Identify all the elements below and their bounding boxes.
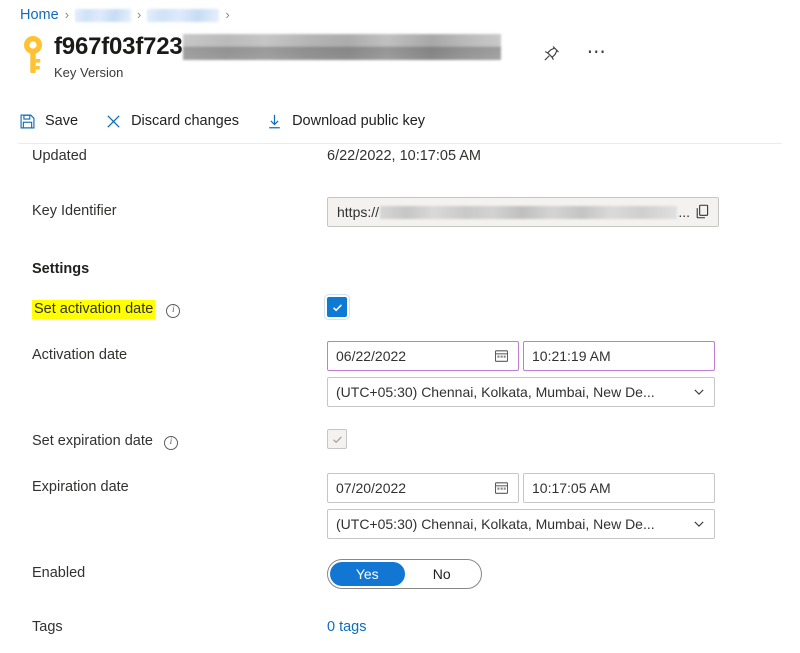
key-icon — [18, 32, 48, 76]
page-title: f967f03f723 — [54, 33, 183, 60]
updated-value: 6/22/2022, 10:17:05 AM — [327, 148, 481, 164]
breadcrumb-item-home[interactable]: Home — [20, 5, 59, 25]
activation-timezone-value: (UTC+05:30) Chennai, Kolkata, Mumbai, Ne… — [336, 384, 655, 400]
row-set-expiration-date: Set expiration date i — [0, 427, 800, 455]
activation-timezone-select[interactable]: (UTC+05:30) Chennai, Kolkata, Mumbai, Ne… — [327, 377, 715, 407]
breadcrumb-separator: › — [225, 7, 230, 22]
key-properties-form: Updated 6/22/2022, 10:17:05 AM Key Ident… — [0, 144, 800, 653]
set-expiration-date-label: Set expiration date — [32, 433, 153, 449]
page-subtitle: Key Version — [54, 65, 124, 80]
set-activation-date-checkbox[interactable] — [327, 297, 347, 317]
enabled-toggle[interactable]: Yes No — [327, 559, 482, 589]
info-icon[interactable]: i — [166, 303, 181, 318]
set-activation-date-label-wrap: Set activation date i — [32, 295, 327, 319]
download-public-key-label: Download public key — [292, 113, 426, 129]
copy-icon[interactable] — [694, 203, 712, 221]
enabled-toggle-no[interactable]: No — [405, 562, 480, 586]
activation-date-input[interactable]: 06/22/2022 — [327, 341, 519, 371]
calendar-icon[interactable] — [494, 348, 510, 364]
key-identifier-redacted-value — [380, 205, 678, 219]
activation-date-label: Activation date — [32, 347, 128, 363]
set-activation-date-label: Set activation date — [32, 300, 156, 319]
expiration-date-input[interactable]: 07/20/2022 — [327, 473, 519, 503]
save-label: Save — [45, 113, 79, 129]
command-bar: Save Discard changes Download public key — [18, 108, 425, 134]
azure-key-version-page: Home › › › f967f03f723 Key Version ⋯ Sav… — [0, 0, 800, 653]
key-identifier-truncation: ... — [678, 204, 690, 220]
close-x-icon — [104, 112, 123, 131]
discard-changes-button[interactable]: Discard changes — [104, 108, 239, 134]
tags-label: Tags — [32, 619, 63, 635]
row-activation-date: Activation date 06/22/2022 10:21:19 AM (… — [0, 341, 800, 407]
expiration-time-value: 10:17:05 AM — [532, 480, 611, 496]
activation-time-input[interactable]: 10:21:19 AM — [523, 341, 715, 371]
tags-count-link[interactable]: 0 tags — [327, 619, 367, 635]
breadcrumb-separator: › — [137, 7, 142, 22]
save-button[interactable]: Save — [18, 108, 78, 134]
breadcrumb-item-redacted-2[interactable] — [147, 8, 220, 22]
pin-icon[interactable] — [540, 42, 562, 64]
key-identifier-field[interactable]: https:// ... — [327, 197, 719, 227]
download-public-key-button[interactable]: Download public key — [265, 108, 425, 134]
expiration-timezone-select[interactable]: (UTC+05:30) Chennai, Kolkata, Mumbai, Ne… — [327, 509, 715, 539]
row-set-activation-date: Set activation date i — [0, 295, 800, 323]
chevron-down-icon — [692, 385, 706, 399]
breadcrumb-item-redacted-1[interactable] — [75, 8, 132, 22]
enabled-label: Enabled — [32, 565, 86, 581]
row-enabled: Enabled Yes No — [0, 559, 800, 589]
row-expiration-date: Expiration date 07/20/2022 10:17:05 AM (… — [0, 473, 800, 539]
row-settings-header: Settings — [0, 255, 800, 283]
calendar-icon[interactable] — [494, 480, 510, 496]
header-actions: ⋯ — [540, 42, 608, 64]
activation-time-value: 10:21:19 AM — [532, 348, 611, 364]
row-updated: Updated 6/22/2022, 10:17:05 AM — [0, 142, 800, 170]
chevron-down-icon — [692, 517, 706, 531]
download-arrow-icon — [265, 112, 284, 131]
settings-section-header: Settings — [32, 261, 90, 277]
expiration-date-value: 07/20/2022 — [336, 480, 407, 496]
enabled-toggle-yes[interactable]: Yes — [330, 562, 405, 586]
expiration-time-input[interactable]: 10:17:05 AM — [523, 473, 715, 503]
key-identifier-label: Key Identifier — [32, 203, 117, 219]
page-header: f967f03f723 Key Version — [18, 32, 501, 81]
breadcrumb-separator: › — [64, 7, 70, 22]
page-title-redacted-suffix — [182, 34, 501, 60]
row-tags: Tags 0 tags — [0, 613, 800, 641]
updated-label: Updated — [32, 148, 87, 164]
row-key-identifier: Key Identifier https:// ... — [0, 197, 800, 227]
info-icon[interactable]: i — [163, 435, 178, 450]
set-expiration-date-checkbox — [327, 429, 347, 449]
breadcrumb: Home › › › — [20, 5, 230, 25]
expiration-timezone-value: (UTC+05:30) Chennai, Kolkata, Mumbai, Ne… — [336, 516, 655, 532]
save-floppy-icon — [18, 112, 37, 131]
discard-changes-label: Discard changes — [131, 113, 240, 129]
scroll-clip-mask — [0, 288, 800, 292]
activation-date-value: 06/22/2022 — [336, 348, 407, 364]
ellipsis-icon[interactable]: ⋯ — [586, 42, 608, 64]
set-expiration-date-label-wrap: Set expiration date i — [32, 427, 327, 451]
expiration-date-label: Expiration date — [32, 479, 129, 495]
key-identifier-prefix: https:// — [337, 204, 380, 220]
